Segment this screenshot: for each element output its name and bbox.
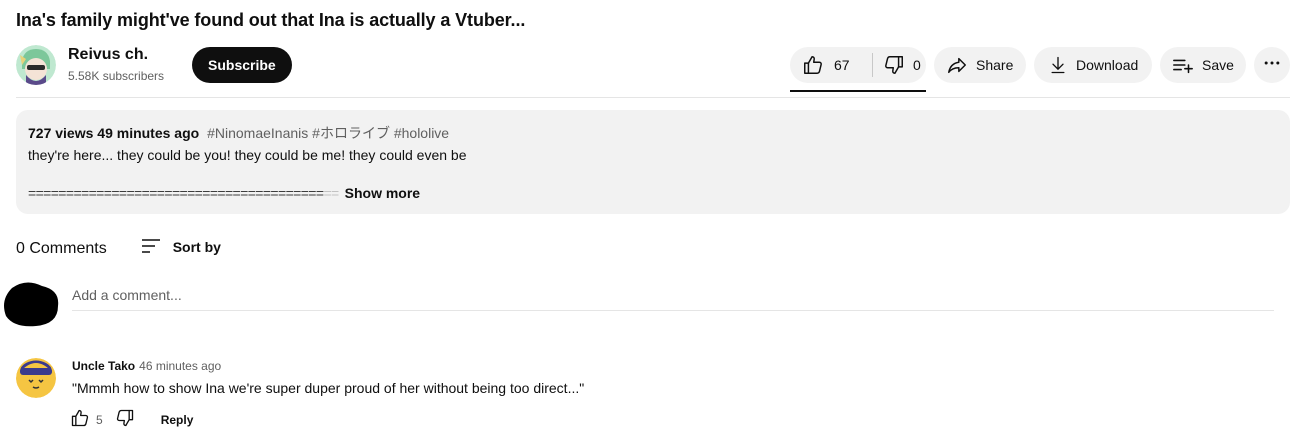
comment-header: Uncle Tako 46 minutes ago bbox=[72, 359, 221, 373]
comments-count: 0 Comments bbox=[16, 240, 107, 257]
dislike-count: 0 bbox=[913, 57, 921, 73]
divider bbox=[16, 97, 1290, 98]
like-button[interactable]: 67 bbox=[790, 47, 872, 83]
save-label: Save bbox=[1202, 57, 1234, 73]
subscribe-button[interactable]: Subscribe bbox=[192, 47, 292, 83]
comments-header: 0 Comments Sort by bbox=[16, 237, 221, 258]
thumb-up-icon bbox=[802, 54, 824, 76]
more-icon bbox=[1262, 53, 1282, 78]
description-meta: 727 views 49 minutes ago #NinomaeInanis … bbox=[28, 123, 1278, 143]
sort-icon bbox=[141, 237, 161, 258]
like-dislike-group: 67 0 bbox=[790, 47, 926, 83]
save-button[interactable]: Save bbox=[1160, 47, 1246, 83]
video-title: Ina's family might've found out that Ina… bbox=[16, 10, 526, 30]
current-user-avatar bbox=[2, 280, 60, 328]
like-underline bbox=[790, 90, 926, 92]
share-icon bbox=[946, 54, 968, 76]
hashtags[interactable]: #NinomaeInanis #ホロライブ #hololive bbox=[207, 125, 449, 141]
dislike-button[interactable]: 0 bbox=[873, 47, 921, 83]
comment-dislike-button[interactable] bbox=[115, 408, 135, 431]
comment-author[interactable]: Uncle Tako bbox=[72, 359, 135, 373]
download-label: Download bbox=[1076, 57, 1139, 73]
view-count: 727 views bbox=[28, 125, 94, 141]
comment-text: "Mmmh how to show Ina we're super duper … bbox=[72, 380, 585, 396]
comment-like-button[interactable] bbox=[70, 408, 90, 431]
share-label: Share bbox=[976, 57, 1014, 73]
comment-actions: 5 Reply bbox=[70, 408, 193, 431]
show-more-button[interactable]: Show more bbox=[345, 185, 420, 201]
description-divider-line: ======================================= =… bbox=[28, 185, 1278, 201]
sort-by-button[interactable]: Sort by bbox=[141, 237, 221, 258]
thumb-up-icon bbox=[71, 409, 89, 427]
comment-like-count: 5 bbox=[96, 412, 103, 427]
add-comment-input[interactable]: Add a comment... bbox=[72, 287, 1274, 311]
like-count: 67 bbox=[834, 57, 850, 73]
sort-by-label: Sort by bbox=[172, 239, 221, 255]
download-icon bbox=[1048, 55, 1068, 75]
share-button[interactable]: Share bbox=[934, 47, 1026, 83]
thumb-down-icon bbox=[883, 54, 905, 76]
description-box[interactable]: 727 views 49 minutes ago #NinomaeInanis … bbox=[16, 110, 1290, 214]
download-button[interactable]: Download bbox=[1034, 47, 1152, 83]
more-actions-button[interactable] bbox=[1254, 47, 1290, 83]
thumb-down-icon bbox=[116, 409, 133, 427]
upload-age: 49 minutes ago bbox=[97, 125, 200, 141]
channel-avatar[interactable] bbox=[16, 45, 56, 85]
description-text: they're here... they could be you! they … bbox=[28, 147, 467, 163]
save-playlist-icon bbox=[1172, 54, 1194, 76]
channel-name[interactable]: Reivus ch. bbox=[68, 46, 148, 64]
subscriber-count: 5.58K subscribers bbox=[68, 69, 165, 83]
description-divider: ======================================= bbox=[28, 185, 324, 201]
channel-row: Reivus ch. 5.58K subscribers Subscribe 6… bbox=[16, 44, 1290, 92]
reply-button[interactable]: Reply bbox=[161, 413, 194, 427]
comment-time[interactable]: 46 minutes ago bbox=[139, 359, 221, 373]
comment-avatar[interactable] bbox=[16, 358, 56, 398]
description-divider-fade: == bbox=[323, 185, 339, 201]
